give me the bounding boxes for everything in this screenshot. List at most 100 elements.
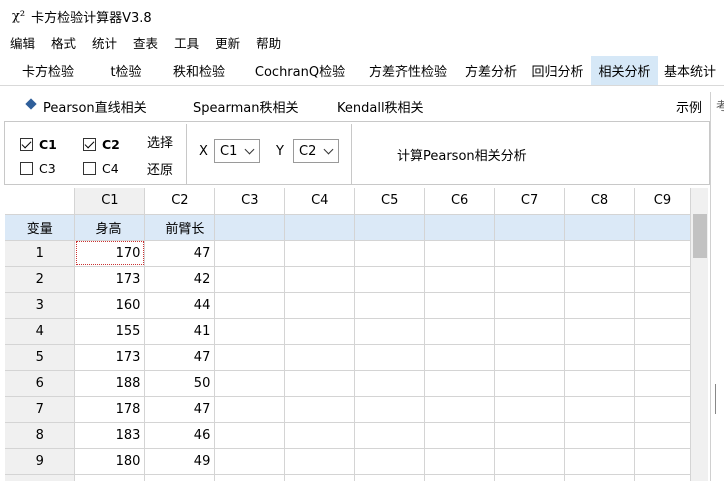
column-header[interactable]: C1 (74, 188, 146, 215)
grid-cell[interactable] (284, 214, 356, 241)
grid-cell[interactable]: 44 (144, 292, 216, 319)
row-header[interactable]: 6 (5, 370, 76, 397)
grid-cell[interactable] (564, 292, 635, 319)
grid-cell[interactable] (214, 240, 286, 267)
x-select[interactable]: C1 (214, 139, 260, 163)
scrollbar-thumb[interactable] (693, 214, 707, 258)
grid-cell[interactable] (214, 422, 286, 449)
grid-cell[interactable] (424, 292, 496, 319)
grid-cell[interactable] (284, 448, 356, 475)
grid-cell[interactable] (634, 396, 691, 423)
grid-cell[interactable] (634, 344, 691, 371)
grid-cell[interactable]: 50 (144, 370, 216, 397)
grid-cell[interactable] (564, 266, 635, 293)
row-header[interactable]: 7 (5, 396, 76, 423)
grid-cell[interactable]: 46 (144, 422, 216, 449)
grid-cell[interactable] (634, 448, 691, 475)
grid-cell[interactable] (214, 292, 286, 319)
grid-cell[interactable] (494, 292, 566, 319)
grid-cell[interactable] (564, 240, 635, 267)
grid-cell[interactable] (564, 422, 635, 449)
row-header[interactable]: 5 (5, 344, 76, 371)
grid-cell[interactable] (424, 214, 496, 241)
tab-anova[interactable]: 方差分析 (458, 56, 524, 85)
column-header[interactable]: C3 (214, 188, 286, 215)
grid-cell[interactable] (214, 318, 286, 345)
tab-rank-sum[interactable]: 秩和检验 (156, 56, 242, 85)
compute-pearson-button[interactable]: 计算Pearson相关分析 (397, 145, 527, 164)
grid-cell[interactable] (424, 266, 496, 293)
grid-cell[interactable] (354, 240, 426, 267)
row-header[interactable] (5, 474, 76, 481)
grid-cell[interactable] (564, 344, 635, 371)
grid-cell[interactable] (424, 448, 496, 475)
menu-edit[interactable]: 编辑 (0, 33, 41, 52)
grid-cell[interactable] (494, 422, 566, 449)
subtab-kendall[interactable]: Kendall秩相关 (337, 97, 424, 116)
grid-cell[interactable] (494, 240, 566, 267)
column-header[interactable]: C4 (284, 188, 356, 215)
grid-cell[interactable] (564, 214, 635, 241)
grid-cell[interactable]: 160 (74, 292, 146, 319)
grid-cell[interactable]: 41 (144, 318, 216, 345)
menu-stats[interactable]: 统计 (82, 33, 123, 52)
grid-cell[interactable] (494, 448, 566, 475)
grid-cell[interactable] (494, 344, 566, 371)
checkbox-c1[interactable]: C1 (20, 137, 57, 152)
row-header[interactable]: 8 (5, 422, 76, 449)
grid-cell[interactable]: 188 (74, 370, 146, 397)
row-header[interactable]: 3 (5, 292, 76, 319)
menu-lookup[interactable]: 查表 (123, 33, 164, 52)
tab-cochran-q[interactable]: CochranQ检验 (242, 56, 358, 85)
subtab-spearman[interactable]: Spearman秩相关 (193, 97, 298, 116)
grid-cell[interactable] (424, 344, 496, 371)
select-button[interactable]: 选择 (147, 132, 173, 151)
grid-cell[interactable] (564, 370, 635, 397)
grid-cell[interactable] (634, 266, 691, 293)
grid-cell[interactable] (424, 240, 496, 267)
grid-cell[interactable] (284, 240, 356, 267)
grid-cell[interactable] (564, 474, 635, 481)
grid-cell[interactable]: 42 (144, 266, 216, 293)
checkbox-c3[interactable]: C3 (20, 161, 56, 176)
grid-cell[interactable] (284, 474, 356, 481)
grid-cell[interactable] (354, 396, 426, 423)
column-header[interactable]: C7 (494, 188, 566, 215)
variable-name-cell[interactable]: 身高 (74, 214, 146, 241)
grid-cell[interactable] (354, 266, 426, 293)
grid-cell[interactable]: 173 (74, 266, 146, 293)
tab-correlation[interactable]: 相关分析 (591, 56, 658, 85)
grid-cell[interactable] (354, 448, 426, 475)
subtab-pearson[interactable]: Pearson直线相关 (43, 97, 147, 116)
splitter-handle[interactable] (715, 384, 716, 414)
grid-cell[interactable] (634, 318, 691, 345)
grid-cell[interactable]: 49 (144, 448, 216, 475)
grid-cell[interactable] (424, 396, 496, 423)
menu-tools[interactable]: 工具 (164, 33, 205, 52)
grid-cell[interactable] (634, 474, 691, 481)
row-header[interactable]: 4 (5, 318, 76, 345)
y-select[interactable]: C2 (293, 139, 339, 163)
menu-format[interactable]: 格式 (41, 33, 82, 52)
grid-cell[interactable] (284, 292, 356, 319)
grid-cell[interactable]: 170 (74, 240, 146, 267)
grid-cell[interactable] (634, 422, 691, 449)
column-header[interactable]: C5 (354, 188, 426, 215)
grid-cell[interactable] (564, 396, 635, 423)
grid-cell[interactable] (424, 318, 496, 345)
grid-cell[interactable]: 183 (74, 422, 146, 449)
grid-cell[interactable]: 47 (144, 396, 216, 423)
grid-cell[interactable] (144, 474, 216, 481)
grid-cell[interactable] (354, 344, 426, 371)
grid-cell[interactable] (494, 396, 566, 423)
grid-cell[interactable]: 155 (74, 318, 146, 345)
grid-cell[interactable]: 178 (74, 396, 146, 423)
grid-cell[interactable] (284, 318, 356, 345)
grid-cell[interactable] (214, 266, 286, 293)
checkbox-c2[interactable]: C2 (83, 137, 120, 152)
tab-basic-stats[interactable]: 基本统计 (658, 56, 722, 85)
grid-cell[interactable] (354, 370, 426, 397)
grid-cell[interactable] (494, 370, 566, 397)
grid-cell[interactable] (284, 422, 356, 449)
grid-cell[interactable] (354, 292, 426, 319)
